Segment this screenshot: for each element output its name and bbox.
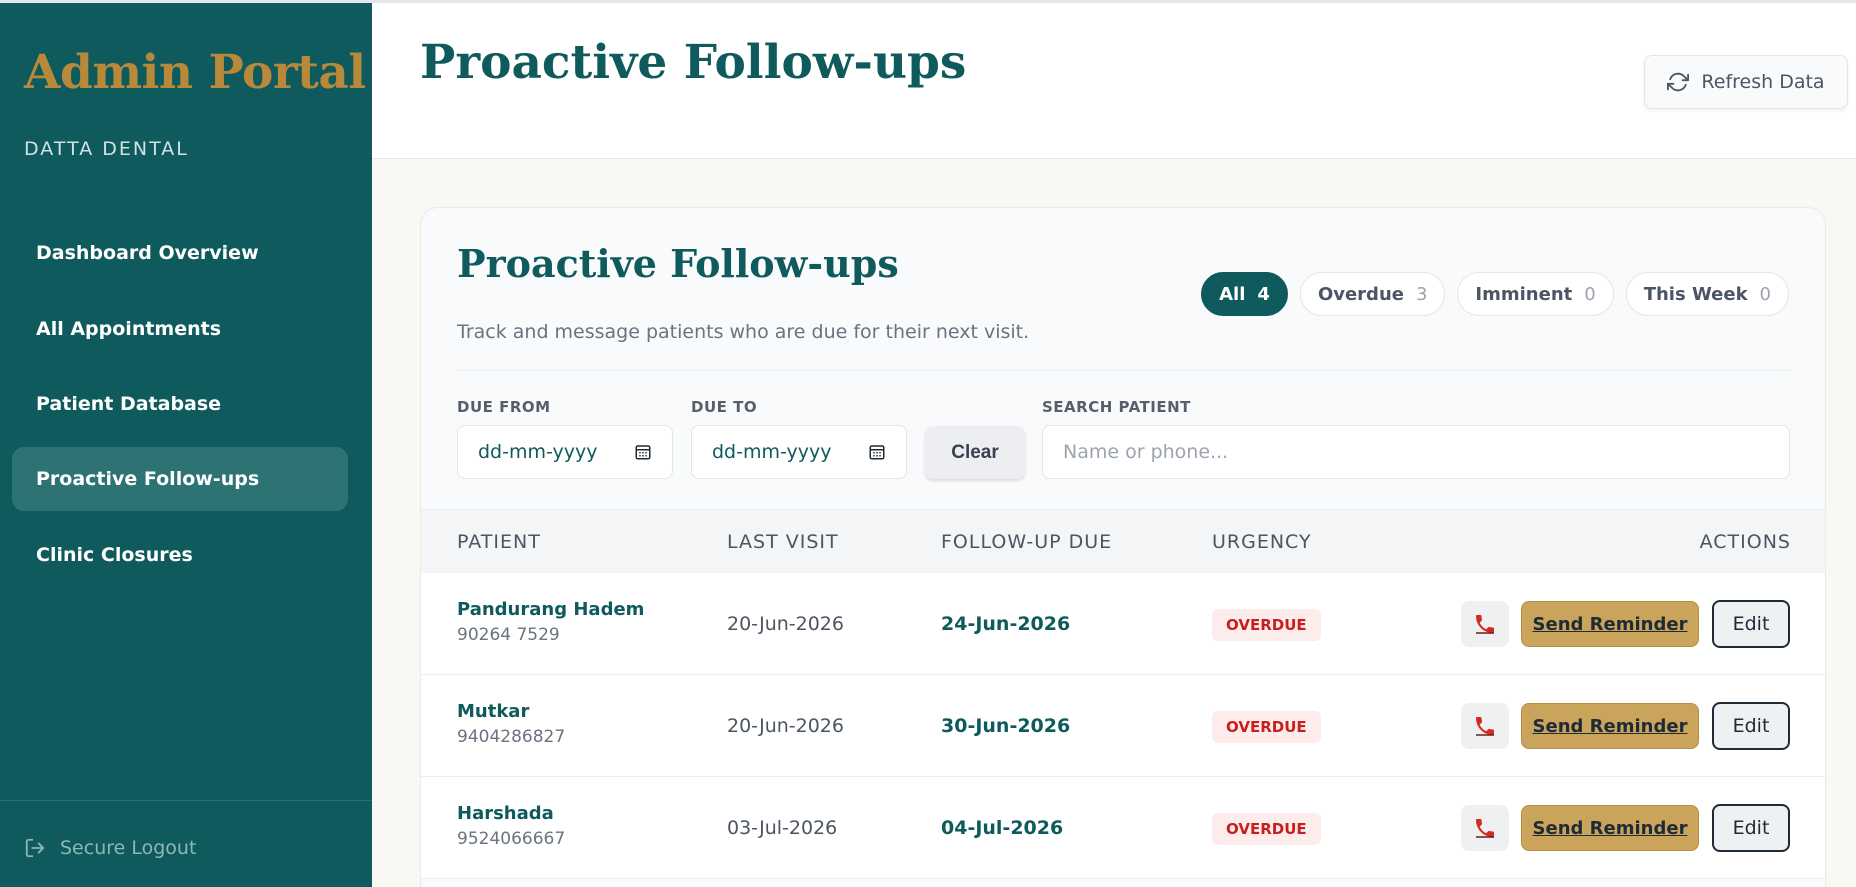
pill-label: Overdue xyxy=(1317,283,1404,305)
last-visit-date: 20-Jun-2026 xyxy=(727,715,844,737)
logout-icon xyxy=(25,838,45,858)
due-from-placeholder: dd-mm-yyyy xyxy=(478,441,598,463)
table-header: PATIENT LAST VISIT FOLLOW-UP DUE URGENCY… xyxy=(421,509,1825,573)
table-row: Mutkar 9404286827 20-Jun-2026 30-Jun-202… xyxy=(421,675,1825,777)
due-to-placeholder: dd-mm-yyyy xyxy=(712,441,832,463)
page-header: Proactive Follow-ups Refresh Data xyxy=(372,0,1856,159)
filter-pills: All 4 Overdue 3 Imminent 0 This Week 0 xyxy=(1201,272,1789,316)
search-patient-label: SEARCH PATIENT xyxy=(1042,398,1191,416)
send-reminder-button[interactable]: Send Reminder xyxy=(1521,601,1699,647)
filter-pill-all[interactable]: All 4 xyxy=(1201,272,1288,316)
phone-icon xyxy=(1476,615,1494,634)
sidebar-item-clinic-closures[interactable]: Clinic Closures xyxy=(12,523,348,587)
call-button[interactable] xyxy=(1461,805,1509,851)
filter-pill-overdue[interactable]: Overdue 3 xyxy=(1299,272,1446,316)
table-row: Harshada 9524066667 03-Jul-2026 04-Jul-2… xyxy=(421,777,1825,879)
due-to-input[interactable]: dd-mm-yyyy xyxy=(691,425,907,479)
patient-name: Mutkar xyxy=(457,701,530,722)
due-from-label: DUE FROM xyxy=(457,398,551,416)
logout-label: Secure Logout xyxy=(60,837,197,859)
pill-count: 4 xyxy=(1257,283,1270,305)
pill-label: Imminent xyxy=(1475,283,1573,305)
sidebar-item-dashboard-overview[interactable]: Dashboard Overview xyxy=(12,221,348,285)
last-visit-date: 03-Jul-2026 xyxy=(727,817,838,839)
urgency-badge: OVERDUE xyxy=(1212,609,1321,641)
calendar-icon[interactable] xyxy=(868,443,886,461)
pill-label: This Week xyxy=(1643,283,1748,305)
patient-phone: 9524066667 xyxy=(457,829,566,849)
calendar-icon[interactable] xyxy=(634,443,652,461)
edit-button[interactable]: Edit xyxy=(1712,804,1790,852)
refresh-icon xyxy=(1667,72,1690,92)
search-input[interactable]: Name or phone... xyxy=(1042,425,1790,479)
sidebar-item-proactive-follow-ups[interactable]: Proactive Follow-ups xyxy=(12,447,348,511)
patient-name: Pandurang Hadem xyxy=(457,599,645,620)
follow-up-due-date: 04-Jul-2026 xyxy=(941,817,1064,839)
edit-button[interactable]: Edit xyxy=(1712,702,1790,750)
phone-icon xyxy=(1476,819,1494,838)
page-title: Proactive Follow-ups xyxy=(420,35,967,90)
clinic-name: DATTA DENTAL xyxy=(24,138,189,160)
sidebar: Admin Portal DATTA DENTAL Dashboard Over… xyxy=(0,0,372,887)
table-row: Pandurang Hadem 90264 7529 20-Jun-2026 2… xyxy=(421,573,1825,675)
edit-button[interactable]: Edit xyxy=(1712,600,1790,648)
sidebar-item-patient-database[interactable]: Patient Database xyxy=(12,372,348,436)
clear-filters-button[interactable]: Clear xyxy=(925,426,1025,479)
brand-title: Admin Portal xyxy=(24,45,366,100)
pill-count: 0 xyxy=(1584,283,1596,305)
send-reminder-button[interactable]: Send Reminder xyxy=(1521,805,1699,851)
pill-label: All xyxy=(1219,283,1246,305)
search-placeholder: Name or phone... xyxy=(1063,441,1229,463)
column-header-last-visit: LAST VISIT xyxy=(727,531,839,553)
send-reminder-button[interactable]: Send Reminder xyxy=(1521,703,1699,749)
call-button[interactable] xyxy=(1461,601,1509,647)
last-visit-date: 20-Jun-2026 xyxy=(727,613,844,635)
sidebar-divider xyxy=(0,800,372,801)
refresh-label: Refresh Data xyxy=(1701,71,1825,93)
due-from-input[interactable]: dd-mm-yyyy xyxy=(457,425,673,479)
call-button[interactable] xyxy=(1461,703,1509,749)
column-header-actions: ACTIONS xyxy=(1699,531,1791,553)
card-subtitle: Track and message patients who are due f… xyxy=(457,321,1030,343)
filter-pill-imminent[interactable]: Imminent 0 xyxy=(1457,272,1614,316)
follow-up-due-date: 24-Jun-2026 xyxy=(941,613,1071,635)
follow-up-due-date: 30-Jun-2026 xyxy=(941,715,1071,737)
column-header-follow-up-due: FOLLOW-UP DUE xyxy=(941,531,1113,553)
patient-phone: 9404286827 xyxy=(457,727,566,747)
patient-name: Harshada xyxy=(457,803,554,824)
pill-count: 0 xyxy=(1759,283,1771,305)
due-to-label: DUE TO xyxy=(691,398,758,416)
follow-ups-card: Proactive Follow-ups Track and message p… xyxy=(420,207,1826,887)
phone-icon xyxy=(1476,717,1494,736)
sidebar-item-all-appointments[interactable]: All Appointments xyxy=(12,297,348,361)
pill-count: 3 xyxy=(1415,283,1428,305)
card-title: Proactive Follow-ups xyxy=(457,241,899,286)
column-header-patient: PATIENT xyxy=(457,531,541,553)
filter-pill-this-week[interactable]: This Week 0 xyxy=(1625,272,1789,316)
logout-button[interactable]: Secure Logout xyxy=(24,837,196,859)
urgency-badge: OVERDUE xyxy=(1212,711,1321,743)
urgency-badge: OVERDUE xyxy=(1212,813,1321,845)
card-divider xyxy=(457,370,1791,371)
refresh-data-button[interactable]: Refresh Data xyxy=(1644,55,1848,109)
column-header-urgency: URGENCY xyxy=(1212,531,1312,553)
patient-phone: 90264 7529 xyxy=(457,625,560,645)
